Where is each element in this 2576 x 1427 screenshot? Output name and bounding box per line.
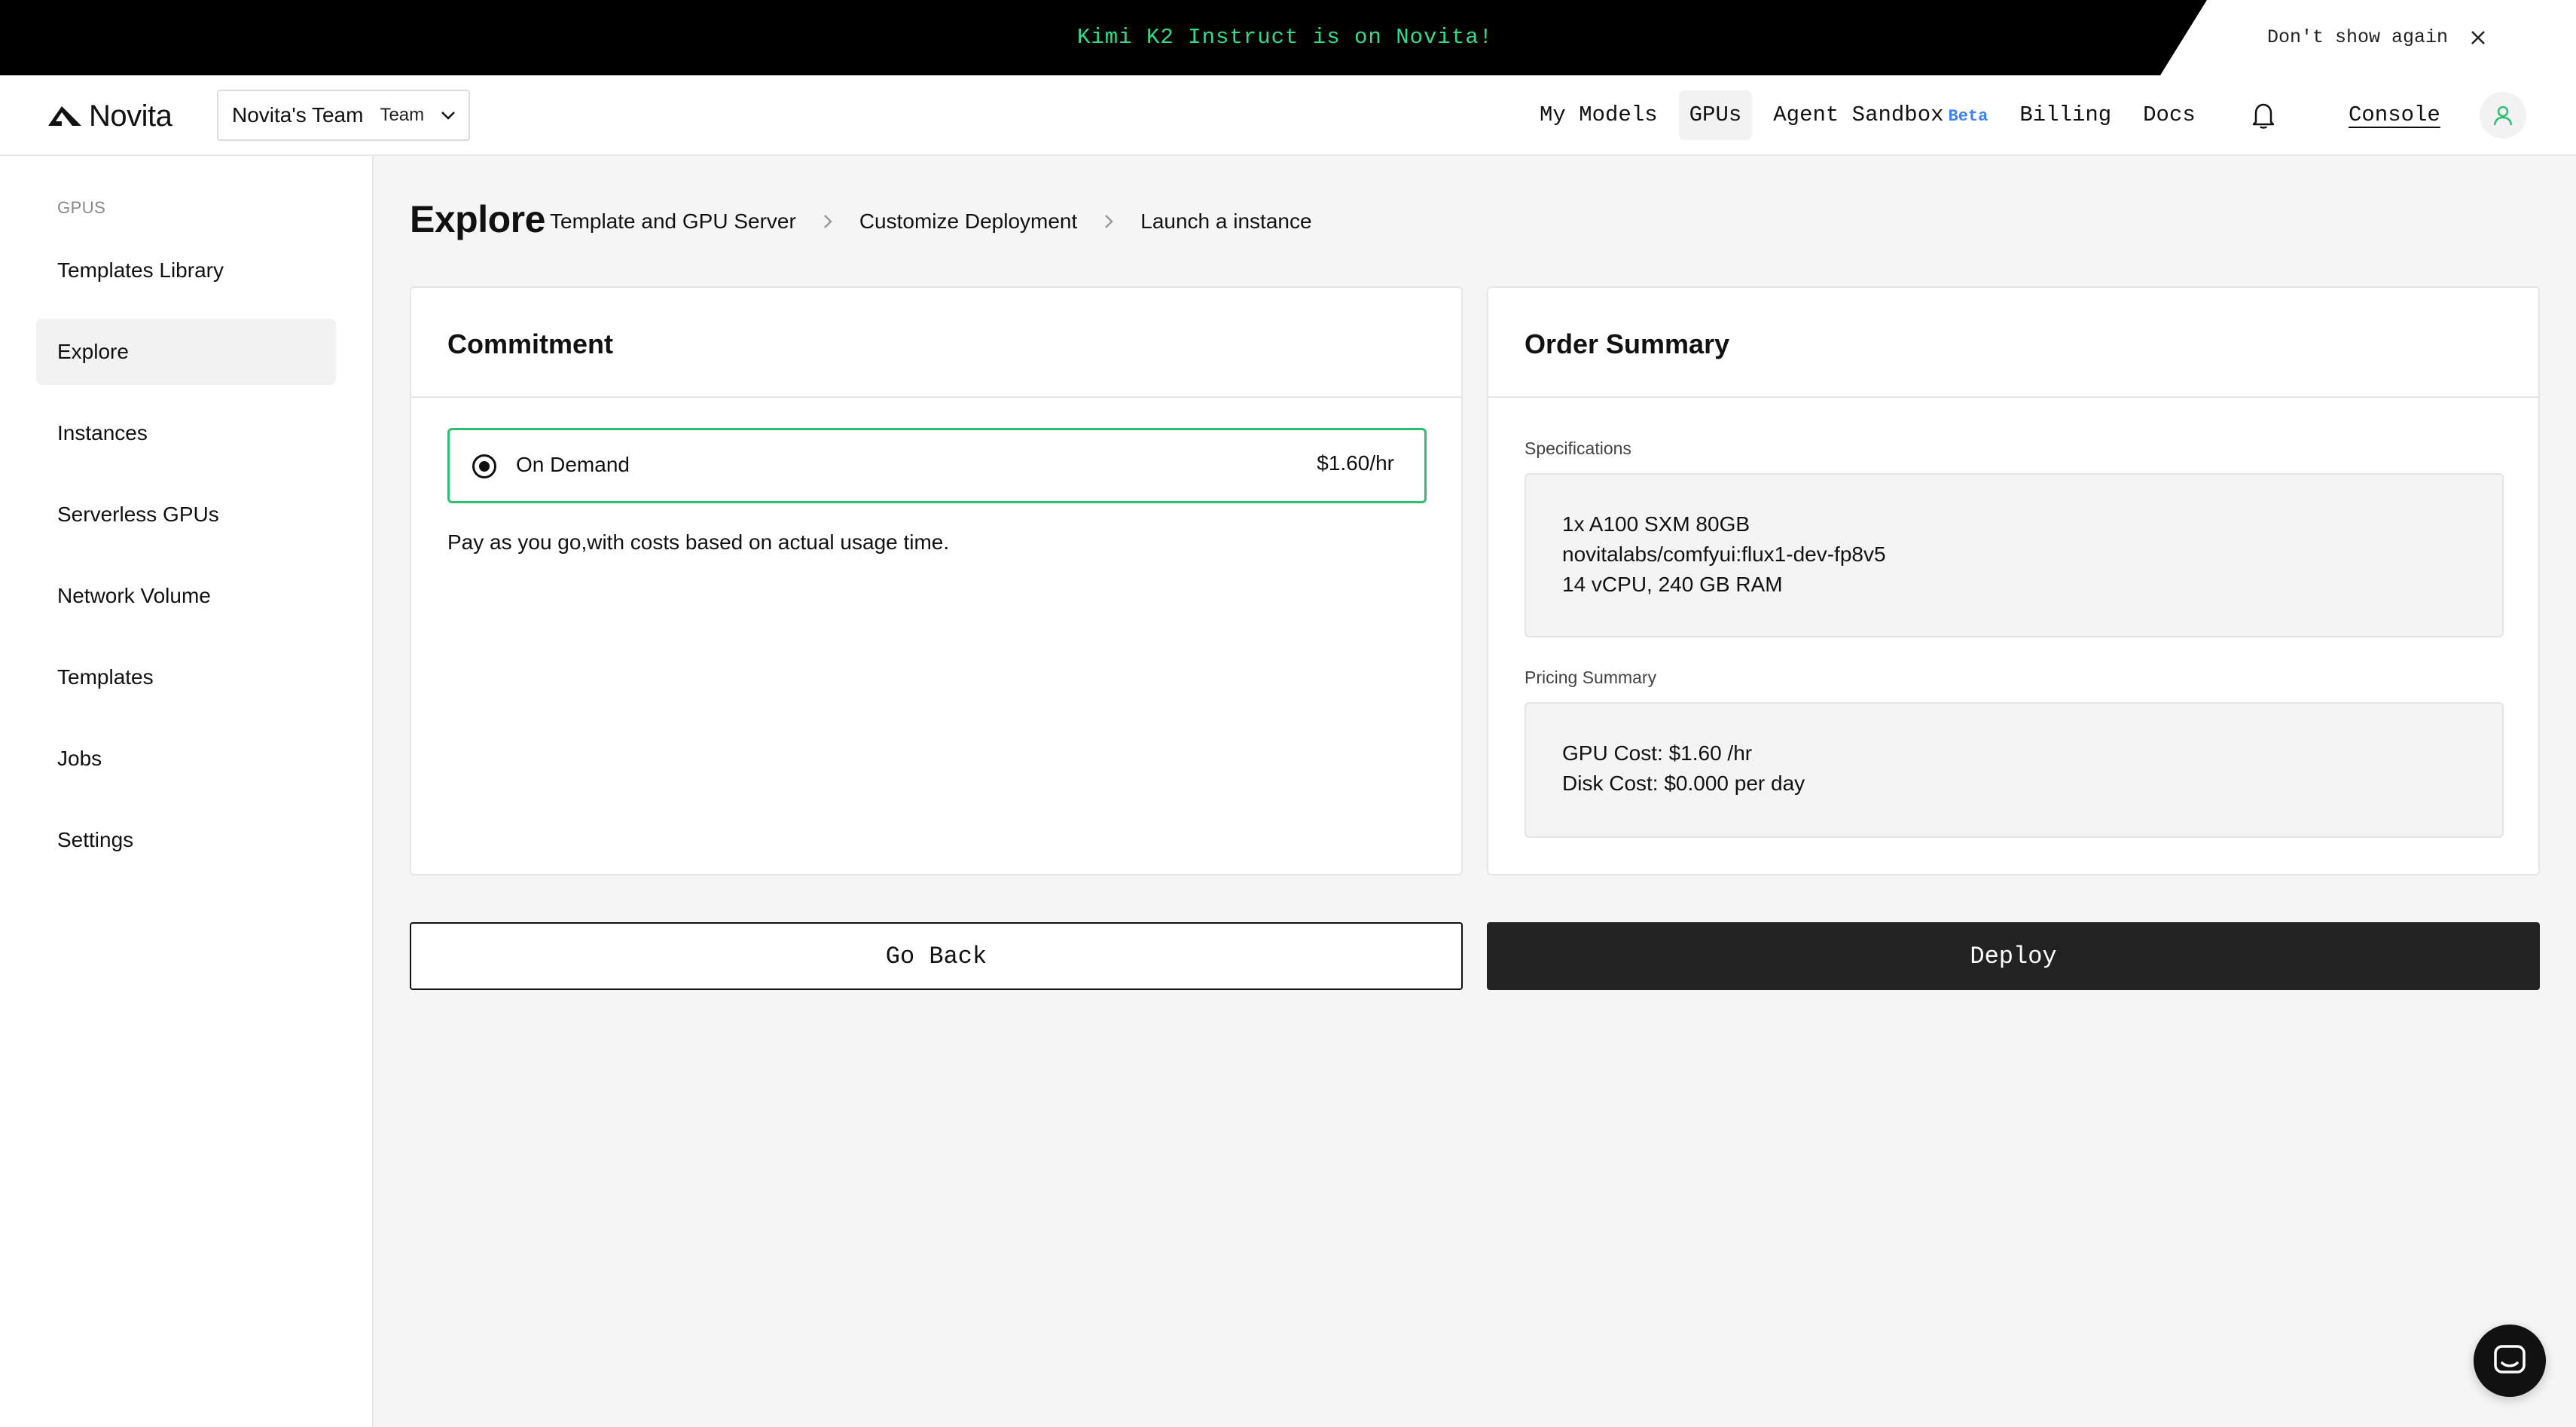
- chevron-right-icon: [813, 206, 843, 237]
- sidebar-heading: GPUS: [57, 198, 106, 217]
- disk-cost: Disk Cost: $0.000 per day: [1562, 772, 1805, 795]
- order-summary-header: Order Summary: [1488, 288, 2538, 398]
- spec-gpu: 1x A100 SXM 80GB: [1562, 512, 1750, 536]
- sidebar-item-instances[interactable]: Instances: [36, 400, 336, 466]
- team-tag: Team: [380, 105, 425, 125]
- sidebar-item-serverless-gpus[interactable]: Serverless GPUs: [36, 481, 336, 548]
- sidebar-item-network-volume[interactable]: Network Volume: [36, 563, 336, 629]
- notification-bell-icon[interactable]: [2246, 98, 2281, 133]
- chat-support-icon[interactable]: [2474, 1325, 2546, 1397]
- specifications-label: Specifications: [1525, 438, 1631, 458]
- team-selector[interactable]: Novita's Team Team: [217, 90, 470, 141]
- nav-agent-sandbox[interactable]: Agent Sandbox Beta: [1763, 90, 1998, 140]
- breadcrumb-template-gpu-server[interactable]: Template and GPU Server: [550, 209, 796, 234]
- order-summary-title: Order Summary: [1525, 328, 1730, 359]
- pricing-summary-box: GPU Cost: $1.60 /hr Disk Cost: $0.000 pe…: [1525, 702, 2504, 838]
- on-demand-label: On Demand: [516, 453, 630, 476]
- chevron-right-icon: [1094, 206, 1124, 237]
- user-avatar-icon[interactable]: [2480, 92, 2526, 139]
- close-icon[interactable]: [2463, 23, 2493, 53]
- nav-billing[interactable]: Billing: [2009, 90, 2122, 140]
- console-link[interactable]: Console: [2349, 90, 2440, 140]
- sidebar-item-templates-library[interactable]: Templates Library: [36, 237, 336, 304]
- brand-logo[interactable]: Novita: [47, 98, 172, 134]
- on-demand-radio[interactable]: [472, 454, 496, 478]
- sidebar: GPUS Templates Library Explore Instances…: [0, 156, 374, 1427]
- sidebar-item-settings[interactable]: Settings: [36, 807, 336, 873]
- banner-message-text[interactable]: Kimi K2 Instruct is on Novita!: [1077, 0, 1493, 75]
- main-nav: My Models GPUs Agent Sandbox Beta Billing…: [1529, 90, 2217, 140]
- nav-docs[interactable]: Docs: [2132, 90, 2206, 140]
- sidebar-item-jobs[interactable]: Jobs: [36, 726, 336, 792]
- commitment-title: Commitment: [447, 328, 614, 359]
- sidebar-item-templates[interactable]: Templates: [36, 644, 336, 710]
- brand-name: Novita: [89, 99, 172, 133]
- commitment-description: Pay as you go,with costs based on actual…: [447, 530, 950, 554]
- breadcrumb-customize-deployment[interactable]: Customize Deployment: [859, 209, 1077, 234]
- beta-badge: Beta: [1948, 107, 1988, 126]
- commitment-card-header: Commitment: [411, 288, 1461, 398]
- page-title: Explore: [410, 198, 545, 240]
- dont-show-again-button[interactable]: Don't show again: [2267, 0, 2448, 75]
- deploy-button[interactable]: Deploy: [1487, 922, 2540, 990]
- commitment-card: Commitment On Demand $1.60/hr Pay as you…: [410, 286, 1463, 875]
- team-name: Novita's Team: [232, 103, 364, 127]
- spec-cpu-ram: 14 vCPU, 240 GB RAM: [1562, 573, 1783, 596]
- breadcrumb-launch-instance: Launch a instance: [1140, 209, 1312, 233]
- sidebar-item-explore[interactable]: Explore: [36, 319, 336, 385]
- breadcrumb: Template and GPU Server Customize Deploy…: [550, 206, 1312, 237]
- nav-agent-sandbox-label: Agent Sandbox: [1773, 102, 1944, 127]
- specifications-box: 1x A100 SXM 80GB novitalabs/comfyui:flux…: [1525, 473, 2504, 637]
- go-back-button[interactable]: Go Back: [410, 922, 1463, 990]
- spec-image: novitalabs/comfyui:flux1-dev-fp8v5: [1562, 542, 1886, 566]
- on-demand-option[interactable]: On Demand $1.60/hr: [447, 428, 1427, 503]
- nav-my-models[interactable]: My Models: [1529, 90, 1668, 140]
- nav-gpus[interactable]: GPUs: [1678, 90, 1753, 140]
- announcement-banner: Kimi K2 Instruct is on Novita! Don't sho…: [0, 0, 2576, 75]
- top-navigation: Novita Novita's Team Team My Models GPUs…: [0, 75, 2576, 156]
- chevron-down-icon: [438, 105, 459, 126]
- order-summary-card: Order Summary Specifications 1x A100 SXM…: [1487, 286, 2540, 875]
- gpu-cost: GPU Cost: $1.60 /hr: [1562, 741, 1753, 765]
- novita-logo-icon: [48, 106, 81, 126]
- on-demand-price: $1.60/hr: [1317, 451, 1394, 475]
- pricing-summary-label: Pricing Summary: [1525, 668, 1657, 687]
